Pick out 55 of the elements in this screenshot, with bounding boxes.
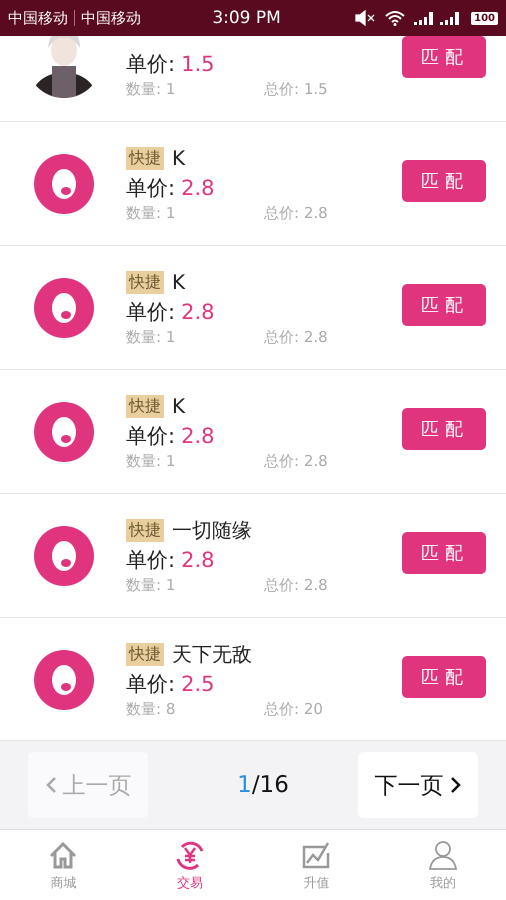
total-text: 总价: 2.8 [264,204,328,223]
quantity-text: 数量: 1 [126,576,176,595]
wifi-icon [385,10,406,26]
price-label: 单价: [126,423,176,450]
quantity-text: 数量: 1 [126,204,176,223]
nav-tab[interactable]: 我的 [380,830,506,900]
unit-price: 2.8 [181,300,214,324]
seller-name: 一切随缘 [172,516,252,544]
carrier-name: 中国移动 [81,8,141,28]
chevron-right-icon [450,776,462,794]
total-text: 总价: 20 [264,700,323,719]
unit-price: 1.5 [181,52,214,76]
unit-price: 2.5 [181,672,214,696]
seller-name: 天下无敌 [172,640,252,668]
page-total: /16 [252,772,289,798]
current-page: 1 [237,772,252,798]
quick-tag: 快捷 [126,146,164,170]
mute-icon [355,10,378,26]
match-button[interactable]: 匹配 [402,532,486,574]
chevron-left-icon [44,776,56,794]
nav-tab[interactable]: 升值 [253,830,380,900]
quantity-text: 数量: 1 [126,452,176,471]
total-text: 总价: 2.8 [264,452,328,471]
quick-tag: 快捷 [126,518,164,542]
clock: 3:09 PM [211,8,282,28]
quantity-text: 数量: 1 [126,80,176,99]
total-text: 总价: 2.8 [264,576,328,595]
seller-name: K [172,270,186,294]
next-page-button[interactable]: 下一页 [358,752,478,818]
match-button[interactable]: 匹配 [402,160,486,202]
price-label: 单价: [126,547,176,574]
price-label: 单价: [126,671,176,698]
quick-tag: 快捷 [126,642,164,666]
price-label: 单价: [126,299,176,326]
unit-price: 2.8 [181,548,214,572]
total-text: 总价: 2.8 [264,328,328,347]
unit-price: 2.8 [181,424,214,448]
match-button[interactable]: 匹配 [402,656,486,698]
battery-level: 100 [471,12,498,24]
match-button[interactable]: 匹配 [402,36,486,78]
price-label: 单价: [126,51,176,78]
match-button[interactable]: 匹配 [402,284,486,326]
price-label: 单价: [126,175,176,202]
total-text: 总价: 1.5 [264,80,328,99]
nav-tab[interactable]: 商城 [0,830,126,900]
quantity-text: 数量: 1 [126,328,176,347]
quick-tag: 快捷 [126,270,164,294]
nav-tab[interactable]: 交易 [126,830,253,900]
seller-name: K [172,146,186,170]
quick-tag: 快捷 [126,394,164,418]
seller-name: K [172,394,186,418]
carrier-name: 中国移动 [8,8,68,28]
quantity-text: 数量: 8 [126,700,176,719]
match-button[interactable]: 匹配 [402,408,486,450]
unit-price: 2.8 [181,176,214,200]
